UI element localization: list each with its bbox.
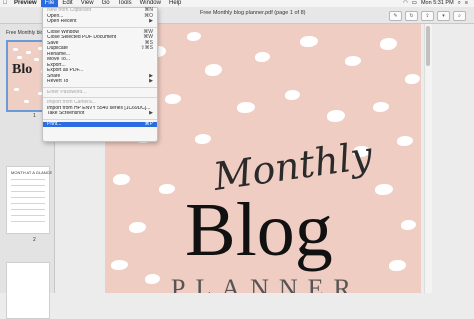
share-icon[interactable]: ⇪ (421, 11, 434, 21)
file-menu-item-label: Open Recent (47, 19, 77, 24)
file-menu-dropdown: New from Clipboard ⌘N Open... ⌘O Open Recent… (42, 7, 158, 142)
menu-preview[interactable]: Preview (10, 0, 41, 7)
battery-icon[interactable]: ▭ (412, 0, 417, 7)
menu-bar:  Preview File Edit View Go Tools Window… (0, 0, 474, 7)
file-menu-item[interactable]: Revert To ▶ (43, 78, 157, 85)
menu-separator (43, 118, 157, 120)
file-menu-item-label: Revert To (47, 79, 69, 84)
status-area: ◠ ▭ Mon 5:31 PM ⌕ ≡ (403, 0, 474, 7)
thumbnail-2-title: MONTH AT A GLANCE (11, 170, 53, 175)
search-toolbar-icon[interactable]: ⌕ (453, 11, 466, 21)
file-menu-item-shortcut: ▶ (149, 110, 153, 116)
menu-separator (43, 86, 157, 88)
menu-window[interactable]: Window (136, 0, 165, 7)
file-menu-item-shortcut: ⌘P (144, 120, 153, 127)
window-background (432, 24, 474, 293)
window-title: Free Monthly blog planner.pdf (page 1 of… (200, 10, 306, 16)
menu-separator (43, 97, 157, 98)
menu-tools[interactable]: Tools (114, 0, 136, 7)
menu-separator (43, 26, 157, 28)
file-menu-item-label: Print... (47, 121, 62, 127)
page-number-1: 1 (33, 113, 36, 119)
document-title-planner: PLANNER (171, 274, 361, 293)
menu-view[interactable]: View (77, 0, 98, 7)
apple-menu-icon[interactable]:  (0, 0, 10, 7)
toolbar: ✎ ↻ ⇪ ▾ ⌕ (389, 11, 466, 21)
file-menu-item-shortcut: ▶ (149, 18, 153, 24)
file-menu-item-label: Enter Password... (47, 89, 87, 95)
page-thumbnail-3[interactable] (6, 262, 50, 319)
file-menu-item[interactable]: Take Screenshot ▶ (43, 110, 157, 117)
file-menu-item: Enter Password... (43, 90, 157, 96)
markup-icon[interactable]: ✎ (389, 11, 402, 21)
page-thumbnail-2[interactable]: MONTH AT A GLANCE (6, 166, 53, 234)
menu-file[interactable]: File (40, 0, 59, 7)
menu-go[interactable]: Go (98, 0, 114, 7)
rotate-icon[interactable]: ↻ (405, 11, 418, 21)
search-icon[interactable]: ⌕ (458, 0, 461, 7)
file-menu-item-label: Take Screenshot (47, 111, 85, 116)
menu-list-icon[interactable]: ≡ (465, 0, 468, 7)
file-menu-item[interactable]: Open Recent ▶ (43, 18, 157, 25)
page-number-2: 2 (33, 237, 36, 243)
menu-help[interactable]: Help (165, 0, 185, 7)
file-menu-item[interactable]: Print... ⌘P (43, 120, 157, 127)
thumbnail-1-text: Blo (12, 62, 33, 77)
file-menu-item-shortcut: ▶ (149, 78, 153, 84)
wifi-icon[interactable]: ◠ (403, 0, 408, 7)
document-title-blog: Blog (185, 188, 333, 272)
highlight-icon[interactable]: ▾ (437, 11, 450, 21)
menu-edit[interactable]: Edit (58, 0, 76, 7)
scrollbar-thumb[interactable] (426, 26, 430, 66)
clock[interactable]: Mon 5:31 PM (421, 0, 454, 7)
